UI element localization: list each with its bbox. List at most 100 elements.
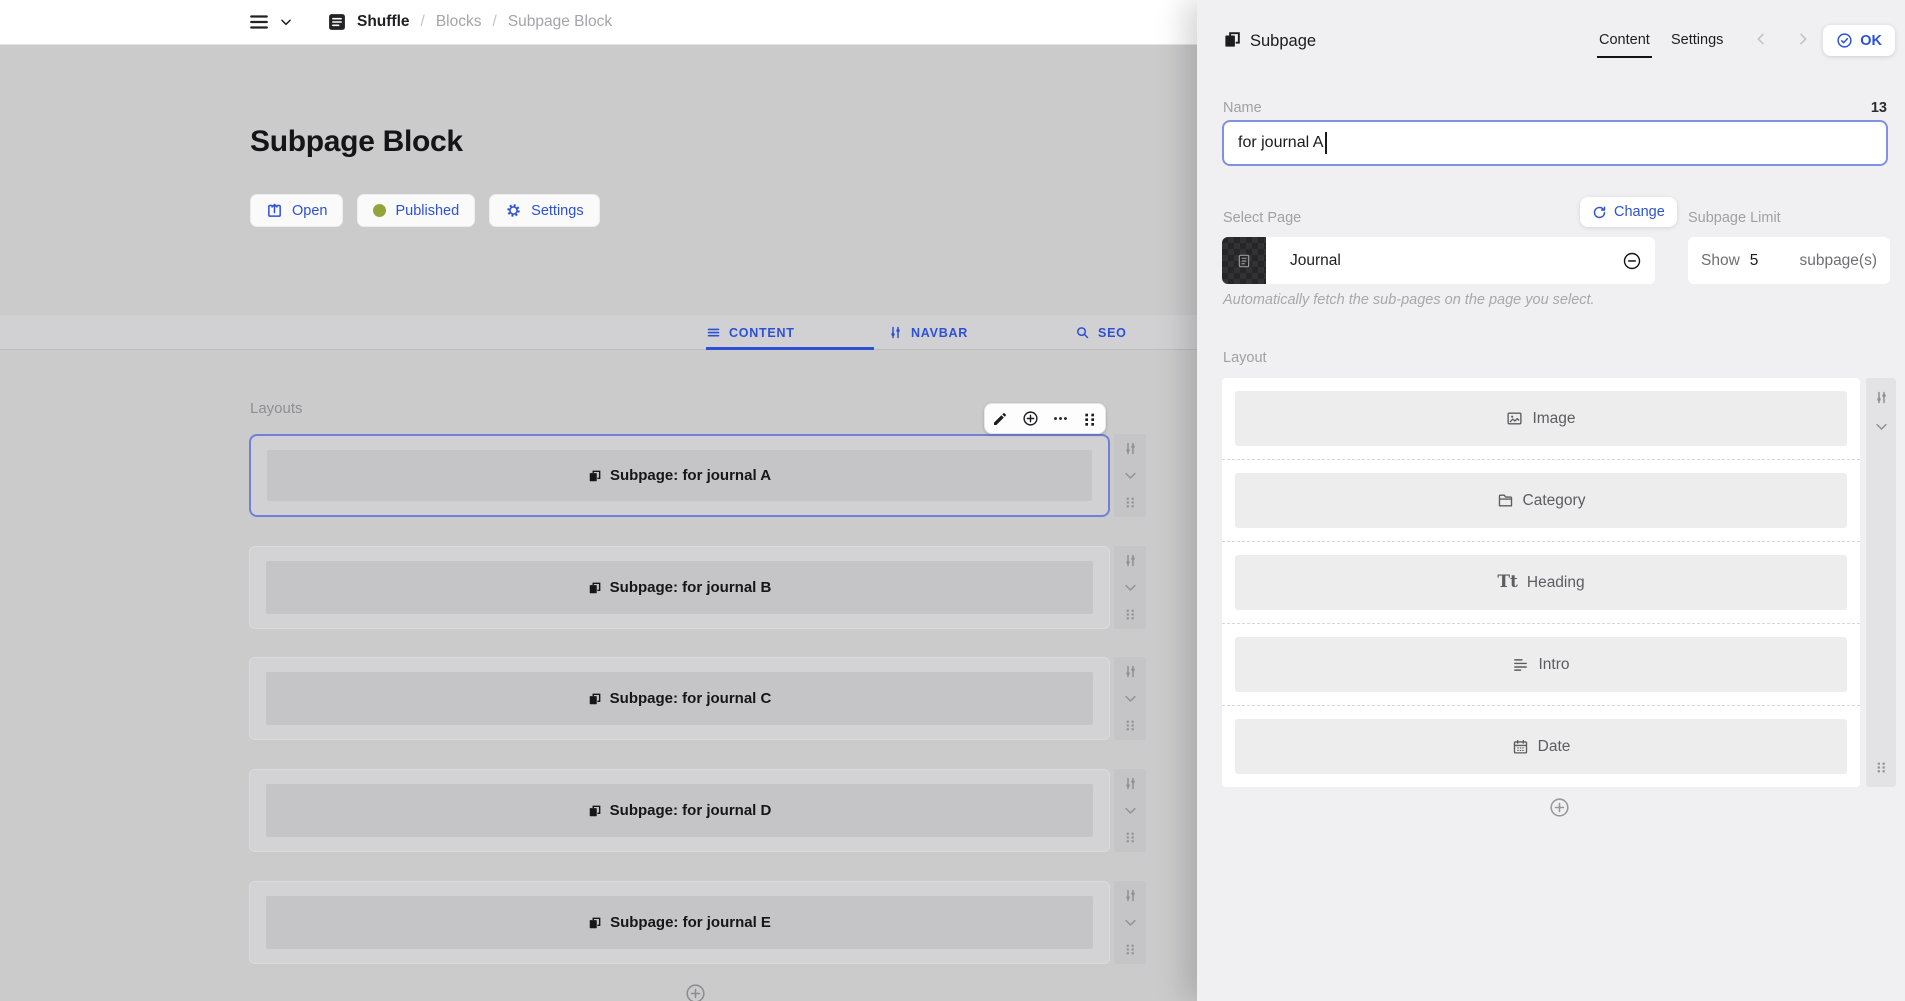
layout-card-controls xyxy=(1866,378,1896,787)
layout-item-label: Category xyxy=(1523,492,1586,510)
block-settings-sliders-icon[interactable] xyxy=(1123,776,1138,791)
tab-content[interactable]: CONTENT xyxy=(706,315,795,350)
ok-button[interactable]: OK xyxy=(1823,25,1895,56)
subpage-stack-icon xyxy=(588,581,602,595)
subpage-limit-card: Show 5 subpage(s) xyxy=(1688,237,1890,284)
layout-settings-sliders-icon[interactable] xyxy=(1874,390,1889,405)
calendar-icon xyxy=(1512,738,1529,755)
block-settings-sliders-icon[interactable] xyxy=(1123,888,1138,903)
block-drag-handle-icon[interactable] xyxy=(1124,607,1137,622)
open-button[interactable]: Open xyxy=(250,194,343,227)
layout-item-heading[interactable]: Tt Heading xyxy=(1235,555,1847,610)
layout-block-b[interactable]: Subpage: for journal B xyxy=(249,546,1110,629)
block-collapse-chevron-icon[interactable] xyxy=(1123,468,1138,483)
dashed-divider xyxy=(1222,705,1860,706)
block-collapse-chevron-icon[interactable] xyxy=(1123,691,1138,706)
subpage-stack-icon xyxy=(1223,30,1242,49)
canvas-tabbar: CONTENT NAVBAR SEO xyxy=(0,315,1197,350)
add-circle-icon[interactable] xyxy=(1015,404,1045,433)
layout-drag-handle-icon[interactable] xyxy=(1875,760,1888,775)
layout-item-category[interactable]: Category xyxy=(1235,473,1847,528)
breadcrumb-section[interactable]: Blocks xyxy=(436,13,482,31)
block-label: Subpage: for journal A xyxy=(610,467,771,484)
more-ellipsis-icon[interactable] xyxy=(1045,404,1075,433)
block-controls xyxy=(1114,434,1146,517)
limit-suffix-label: subpage(s) xyxy=(1799,252,1877,270)
block-drag-handle-icon[interactable] xyxy=(1124,495,1137,510)
tab-navbar[interactable]: NAVBAR xyxy=(888,315,968,350)
gear-icon xyxy=(505,202,522,219)
subpage-stack-icon xyxy=(588,916,602,930)
layout-block-d[interactable]: Subpage: for journal D xyxy=(249,769,1110,852)
breadcrumb-separator: / xyxy=(493,13,497,31)
editor-canvas: Subpage Block Open Published Settings xyxy=(0,45,1197,1001)
block-settings-sliders-icon[interactable] xyxy=(1123,664,1138,679)
dashed-divider xyxy=(1222,541,1860,542)
change-page-button[interactable]: Change xyxy=(1580,197,1677,227)
layout-section-label: Layout xyxy=(1223,350,1267,366)
hamburger-menu-icon[interactable] xyxy=(248,11,270,33)
add-layout-item-button[interactable] xyxy=(1549,797,1570,818)
block-collapse-chevron-icon[interactable] xyxy=(1123,803,1138,818)
panel-title: Subpage xyxy=(1250,32,1316,51)
navbar-tab-icon xyxy=(888,325,903,340)
app-logo-icon[interactable] xyxy=(327,12,347,32)
layout-item-label: Intro xyxy=(1538,656,1569,674)
tab-navbar-label: NAVBAR xyxy=(911,326,968,340)
breadcrumb: Shuffle / Blocks / Subpage Block xyxy=(327,12,612,32)
block-controls xyxy=(1114,657,1146,740)
block-settings-sliders-icon[interactable] xyxy=(1123,441,1138,456)
block-label: Subpage: for journal C xyxy=(610,690,772,707)
edit-pencil-icon[interactable] xyxy=(985,404,1015,433)
layout-collapse-chevron-icon[interactable] xyxy=(1874,419,1889,434)
limit-show-label: Show xyxy=(1701,252,1740,270)
name-input[interactable]: for journal A xyxy=(1222,120,1888,166)
subpage-stack-icon xyxy=(588,804,602,818)
select-page-helper-text: Automatically fetch the sub-pages on the… xyxy=(1223,292,1595,308)
next-chevron-icon[interactable] xyxy=(1795,31,1811,47)
selected-page-card[interactable]: Journal xyxy=(1222,237,1655,284)
name-field-label: Name xyxy=(1223,100,1262,116)
layout-item-intro[interactable]: Intro xyxy=(1235,637,1847,692)
heading-text-icon: Tt xyxy=(1497,574,1518,591)
published-status-button[interactable]: Published xyxy=(357,194,475,227)
layout-block-c[interactable]: Subpage: for journal C xyxy=(249,657,1110,740)
name-char-counter: 13 xyxy=(1871,100,1887,116)
block-collapse-chevron-icon[interactable] xyxy=(1123,915,1138,930)
add-block-button[interactable] xyxy=(685,983,706,1001)
layout-item-image[interactable]: Image xyxy=(1235,391,1847,446)
layout-block-e[interactable]: Subpage: for journal E xyxy=(249,881,1110,964)
prev-chevron-icon[interactable] xyxy=(1753,31,1769,47)
select-page-label: Select Page xyxy=(1223,210,1301,226)
remove-page-icon[interactable] xyxy=(1622,251,1642,271)
subpage-settings-panel: Subpage Content Settings OK Name 13 for … xyxy=(1197,0,1905,1001)
panel-tab-settings[interactable]: Settings xyxy=(1671,32,1723,48)
chevron-down-icon[interactable] xyxy=(279,15,293,29)
block-drag-handle-icon[interactable] xyxy=(1124,942,1137,957)
subpage-limit-label: Subpage Limit xyxy=(1688,210,1781,226)
limit-value-input[interactable]: 5 xyxy=(1750,252,1759,270)
layout-item-label: Date xyxy=(1538,738,1571,756)
block-drag-handle-icon[interactable] xyxy=(1124,718,1137,733)
breadcrumb-separator: / xyxy=(421,13,425,31)
layout-item-date[interactable]: Date xyxy=(1235,719,1847,774)
tab-seo[interactable]: SEO xyxy=(1075,315,1127,350)
block-settings-sliders-icon[interactable] xyxy=(1123,553,1138,568)
dashed-divider xyxy=(1222,623,1860,624)
block-drag-handle-icon[interactable] xyxy=(1124,830,1137,845)
page-actions: Open Published Settings xyxy=(250,194,600,227)
layout-block-a[interactable]: Subpage: for journal A xyxy=(249,434,1110,517)
block-collapse-chevron-icon[interactable] xyxy=(1123,580,1138,595)
breadcrumb-app[interactable]: Shuffle xyxy=(357,13,410,31)
published-status-dot xyxy=(373,204,386,217)
block-label: Subpage: for journal D xyxy=(610,802,772,819)
settings-button[interactable]: Settings xyxy=(489,194,599,227)
open-button-label: Open xyxy=(292,203,327,219)
name-input-value: for journal A xyxy=(1238,134,1323,152)
panel-tab-content[interactable]: Content xyxy=(1599,32,1650,48)
image-icon xyxy=(1506,410,1523,427)
page-title: Subpage Block xyxy=(250,125,463,159)
block-controls xyxy=(1114,881,1146,964)
drag-grid-icon[interactable] xyxy=(1075,404,1105,433)
subpage-stack-icon xyxy=(588,692,602,706)
